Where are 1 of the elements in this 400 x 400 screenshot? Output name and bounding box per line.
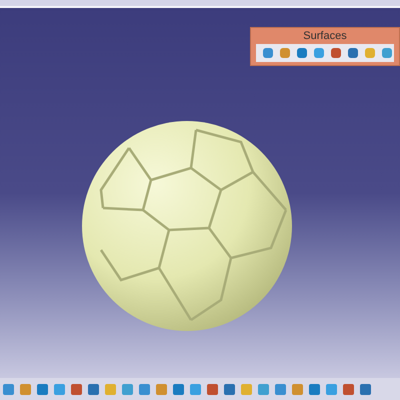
- toolbar-title: Surfaces: [302, 29, 348, 44]
